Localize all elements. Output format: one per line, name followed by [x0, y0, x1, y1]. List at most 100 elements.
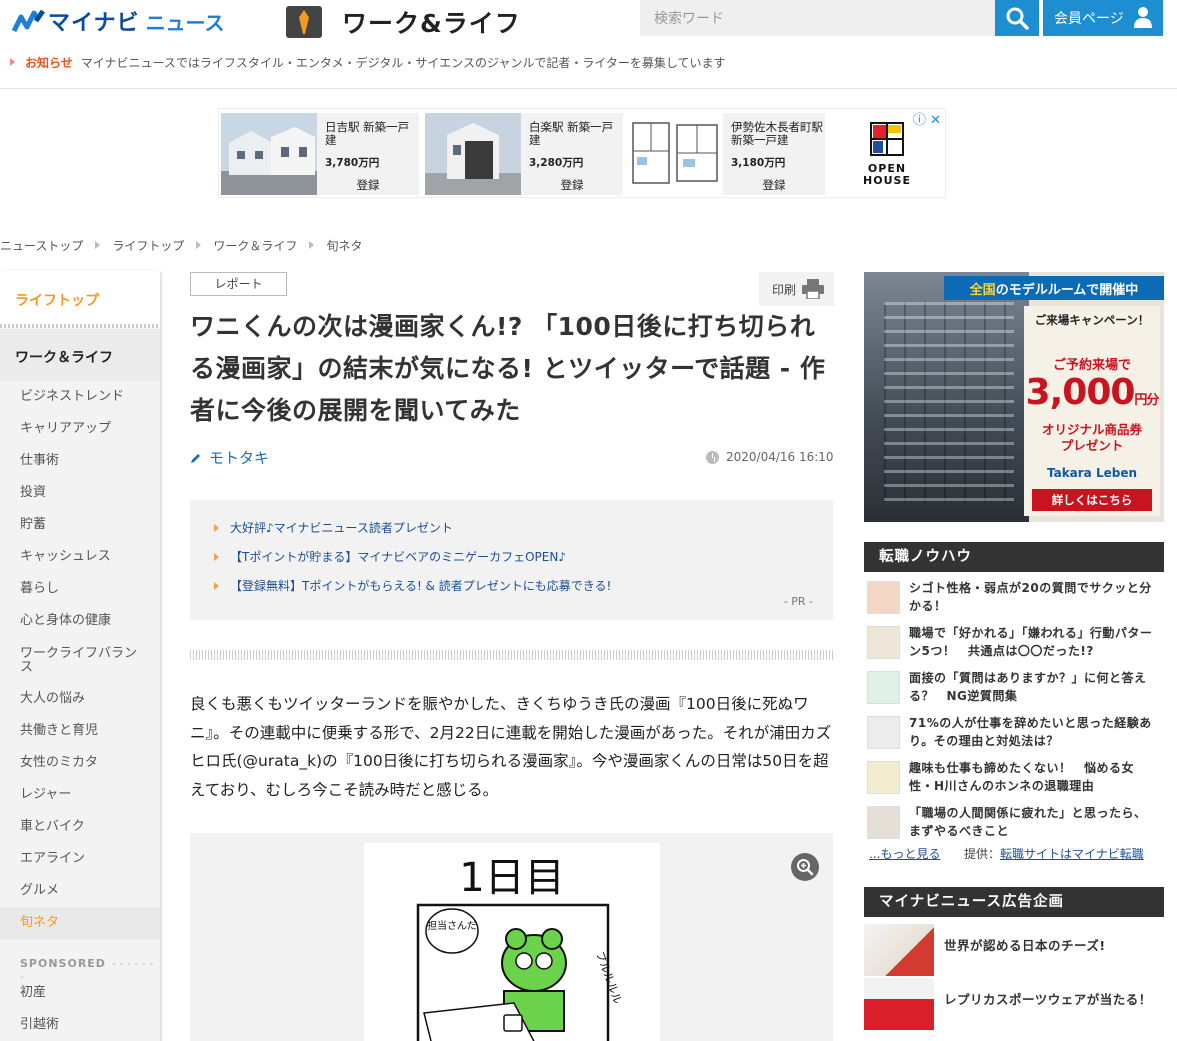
cheese-thumb [864, 924, 934, 976]
right-ad-headline-strong: 全国 [969, 282, 996, 298]
print-label: 印刷 [772, 282, 797, 297]
pr-link[interactable]: 【登録無料】Tポイントがもらえる! & 読者プレゼントにも応募できる! [214, 577, 611, 594]
open-house-text: OPEN HOUSE [863, 162, 911, 187]
ad-register-button[interactable]: 登録 [723, 177, 825, 193]
gift-text: オリジナル商品券 プレゼント [1041, 422, 1142, 453]
nav-item-active[interactable]: 旬ネタ [0, 907, 160, 939]
knowhow-item[interactable]: 職場で「好かれる」「嫌われる」行動パターン5つ！ 共通点は〇〇だった!? [864, 624, 1164, 664]
nav-item[interactable]: ビジネストレンド [0, 381, 160, 413]
nav-item[interactable]: キャリアアップ [0, 413, 160, 445]
search-input[interactable] [640, 0, 995, 36]
search-icon [1006, 7, 1029, 30]
knowhow-thumb [867, 806, 900, 839]
notice-bar: お知らせ マイナビニュースではライフスタイル・エンタメ・デジタル・サイエンスのジ… [0, 52, 1177, 72]
comic-day-label: 1日目 [459, 855, 564, 901]
nav-item[interactable]: 貯蓄 [0, 509, 160, 541]
credit-link[interactable]: 転職サイトはマイナビ転職 [1000, 847, 1144, 861]
zoom-button[interactable] [791, 853, 819, 881]
pr-link[interactable]: 【Tポイントが貯まる】マイナビベアのミニゲーカフェOPEN♪ [214, 548, 566, 565]
ad-kikaku-title: レプリカスポーツウェアが当たる！ [944, 992, 1152, 1007]
nav-item[interactable]: 車とバイク [0, 811, 160, 843]
pencil-icon [191, 453, 200, 463]
nav-item[interactable]: キャッシュレス [0, 541, 160, 573]
nav-sponsored-item[interactable]: 引越術 [0, 1009, 160, 1041]
nav-section-work-life[interactable]: ワーク＆ライフ [0, 329, 160, 381]
ad-price: 3,280万円 [529, 157, 584, 169]
mynavi-logo-icon [12, 9, 46, 33]
ad-register-button[interactable]: 登録 [317, 177, 419, 193]
ad-card[interactable]: 白楽駅 新築一戸建 3,280万円 登録 [425, 113, 623, 195]
ad-property-name: 白楽駅 新築一戸建 [529, 120, 614, 147]
ad-kikaku-item[interactable]: 世界が認める日本のチーズ! [864, 924, 1164, 976]
notice-text[interactable]: マイナビニュースではライフスタイル・エンタメ・デジタル・サイエンスのジャンルで記… [81, 54, 726, 71]
breadcrumb-item[interactable]: ライフトップ [112, 237, 184, 254]
nav-item[interactable]: 大人の悩み [0, 683, 160, 715]
ad-kikaku-title: 世界が認める日本のチーズ! [944, 938, 1106, 953]
brand-text: Takara Leben [1046, 466, 1138, 480]
pr-link[interactable]: 大好評♪マイナビニュース読者プレゼント [214, 519, 453, 536]
nav-item[interactable]: エアライン [0, 843, 160, 875]
ad-register-button[interactable]: 登録 [521, 177, 623, 193]
sportswear-thumb [864, 978, 934, 1030]
knowhow-item[interactable]: 「職場の人間関係に疲れた」と思ったら、まずやるべきこと [864, 804, 1164, 844]
nav-item[interactable]: レジャー [0, 779, 160, 811]
floor-plan-image [627, 113, 723, 195]
ad-price: 3,180万円 [731, 157, 786, 169]
building-photo [864, 272, 1029, 522]
nav-life-top[interactable]: ライフトップ [0, 271, 160, 327]
right-ad-banner[interactable]: 全国 のモデルルームで開催中 ご来場キャンペーン！ ご予約来場で 3,000円分… [864, 272, 1164, 522]
nav-item[interactable]: 暮らし [0, 573, 160, 605]
breadcrumb: ニューストップ ライフトップ ワーク＆ライフ 旬ネタ [0, 237, 362, 253]
search-button[interactable] [995, 0, 1039, 36]
knowhow-thumb [867, 716, 900, 749]
nav-item[interactable]: 共働きと育児 [0, 715, 160, 747]
nav-item[interactable]: ワークライフバランス [0, 641, 145, 681]
comic-image[interactable]: 1日目 担当さんだ プルルルル [364, 843, 660, 1041]
ad-property-name: 日吉駅 新築一戸建 [325, 120, 410, 147]
suit-icon [286, 6, 322, 38]
ad-close-icon[interactable]: ⓘ ✕ [913, 109, 941, 128]
article-author[interactable]: モトタキ [190, 447, 269, 468]
comic-drawing: 1日目 担当さんだ プルルルル [416, 855, 624, 1041]
section-logo[interactable]: ワーク&ライフ [286, 4, 521, 40]
reserve-text: ご予約来場で [1052, 358, 1131, 373]
article-category-tag[interactable]: レポート [190, 272, 287, 296]
date-text: 2020/04/16 16:10 [726, 450, 834, 464]
ad-kikaku-heading: マイナビニュース広告企画 [864, 887, 1164, 917]
mynavi-logo[interactable]: マイナビ ニュース [12, 6, 225, 36]
knowhow-title: 面接の「質問はありますか？」に何と答える？ NG逆質問集 [909, 671, 1147, 703]
nav-divider [0, 324, 160, 328]
knowhow-item[interactable]: シゴト性格・弱点が20の質問でサクッと分かる！ [864, 579, 1164, 619]
knowhow-thumb [867, 761, 900, 794]
nav-item[interactable]: 仕事術 [0, 445, 160, 477]
knowhow-item[interactable]: 趣味も仕事も諦めたくない！ 悩める女性・H川さんのホンネの退職理由 [864, 759, 1164, 799]
nav-item[interactable]: 投資 [0, 477, 160, 509]
nav-item[interactable]: 女性のミカタ [0, 747, 160, 779]
credit: 提供：転職サイトはマイナビ転職 [964, 845, 1144, 862]
knowhow-thumb [867, 581, 900, 614]
more-link[interactable]: ...もっと見る [869, 845, 940, 862]
member-page-button[interactable]: 会員ページ [1043, 0, 1163, 36]
breadcrumb-item[interactable]: ニューストップ [0, 237, 83, 254]
left-nav: ライフトップ ワーク＆ライフ ビジネストレンド キャリアアップ 仕事術 投資 貯… [0, 271, 160, 1041]
details-button[interactable]: 詳しくはこちら [1032, 489, 1152, 511]
ad-price: 3,780万円 [325, 157, 380, 169]
ad-card[interactable]: 伊勢佐木長者町駅 新築一戸建 3,180万円 登録 [627, 113, 825, 195]
notice-arrow-icon [10, 58, 15, 66]
nav-item[interactable]: 心と身体の健康 [0, 605, 160, 637]
knowhow-item[interactable]: 面接の「質問はありますか？」に何と答える？ NG逆質問集 [864, 669, 1164, 709]
nav-item[interactable]: グルメ [0, 875, 160, 907]
ad-card[interactable]: 日吉駅 新築一戸建 3,780万円 登録 [221, 113, 419, 195]
knowhow-title: 71%の人が仕事を辞めたいと思った経験あり。その理由と対処法は？ [909, 716, 1152, 748]
right-ad-headline: 全国 のモデルルームで開催中 [944, 276, 1164, 300]
printer-icon [802, 279, 824, 299]
breadcrumb-separator-icon [196, 241, 202, 249]
house-photo [221, 113, 317, 195]
knowhow-item[interactable]: 71%の人が仕事を辞めたいと思った経験あり。その理由と対処法は？ [864, 714, 1164, 754]
member-page-label: 会員ページ [1054, 11, 1124, 27]
nav-sponsored-item[interactable]: 初産 [0, 977, 160, 1009]
notice-label: お知らせ [25, 55, 73, 70]
print-button[interactable]: 印刷 [759, 272, 834, 306]
ad-kikaku-item[interactable]: レプリカスポーツウェアが当たる！ [864, 978, 1164, 1030]
breadcrumb-item[interactable]: ワーク＆ライフ [213, 237, 297, 254]
